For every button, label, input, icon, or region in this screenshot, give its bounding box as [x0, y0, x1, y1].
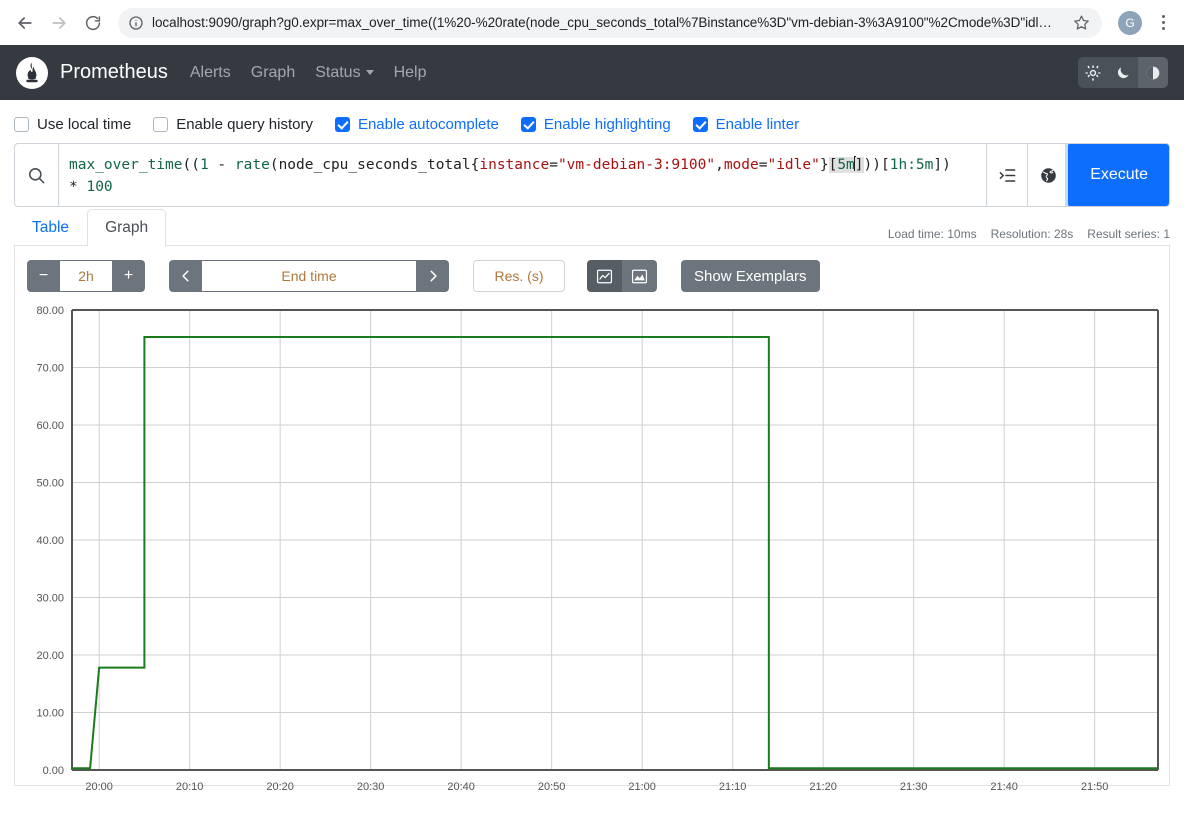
checkbox-enable-query-history[interactable] [153, 117, 169, 132]
resolution-stat: Resolution: 28s [990, 227, 1074, 241]
checkbox-enable-highlighting[interactable] [520, 117, 536, 132]
svg-text:21:00: 21:00 [628, 781, 656, 793]
graph-controls: − 2h + End time Res. (s) Show Exemplars [27, 260, 1157, 292]
result-series-stat: Result series: 1 [1087, 227, 1170, 241]
svg-text:30.00: 30.00 [36, 593, 64, 605]
resolution-input[interactable]: Res. (s) [473, 260, 565, 292]
back-arrow-icon[interactable] [10, 8, 40, 38]
next-time-button[interactable] [416, 260, 449, 292]
range-input[interactable]: 2h [60, 260, 112, 292]
option-enable-highlighting[interactable]: Enable highlighting [520, 116, 671, 133]
svg-text:60.00: 60.00 [36, 420, 64, 432]
nav-link-help[interactable]: Help [394, 64, 427, 82]
graph-type-group [587, 260, 657, 292]
nav-link-help-label: Help [393, 63, 427, 81]
svg-text:21:30: 21:30 [900, 781, 928, 793]
option-label: Use local time [37, 116, 132, 133]
query-panel: max_over_time((1 - rate(node_cpu_seconds… [0, 143, 1184, 207]
show-exemplars-button[interactable]: Show Exemplars [681, 260, 820, 292]
search-icon [15, 144, 59, 206]
option-label: Enable highlighting [543, 116, 671, 133]
query-input[interactable]: max_over_time((1 - rate(node_cpu_seconds… [59, 144, 986, 206]
option-use-local-time[interactable]: Use local time [14, 116, 131, 133]
svg-text:20.00: 20.00 [36, 650, 64, 662]
option-enable-autocomplete[interactable]: Enable autocomplete [334, 116, 499, 133]
previous-time-button[interactable] [169, 260, 202, 292]
nav-link-status-label: Status [315, 63, 361, 81]
increase-range-button[interactable]: + [112, 260, 145, 292]
svg-text:50.00: 50.00 [36, 478, 64, 490]
line-chart-icon[interactable] [587, 260, 622, 292]
auto-contrast-icon[interactable] [1138, 57, 1168, 88]
svg-text:20:40: 20:40 [447, 781, 475, 793]
svg-text:20:00: 20:00 [85, 781, 113, 793]
stacked-area-chart-icon[interactable] [622, 260, 657, 292]
svg-text:70.00: 70.00 [36, 363, 64, 375]
option-label: Enable query history [176, 116, 313, 133]
star-icon[interactable] [1073, 14, 1090, 31]
svg-text:10.00: 10.00 [36, 708, 64, 720]
site-info-icon[interactable] [128, 15, 144, 31]
svg-text:0.00: 0.00 [43, 765, 64, 777]
nav-link-alerts[interactable]: Alerts [190, 64, 231, 82]
prometheus-navbar: Prometheus Alerts Graph Status Help [0, 45, 1184, 100]
svg-text:21:10: 21:10 [719, 781, 747, 793]
svg-text:20:10: 20:10 [176, 781, 204, 793]
range-control-group: − 2h + [27, 260, 145, 292]
query-stats: Load time: 10ms Resolution: 28s Result s… [0, 217, 1184, 241]
chevron-down-icon [365, 70, 374, 75]
nav-link-status[interactable]: Status [315, 63, 374, 82]
reload-icon[interactable] [78, 8, 108, 38]
checkbox-enable-linter[interactable] [692, 117, 708, 132]
theme-switcher [1078, 57, 1168, 88]
avatar[interactable]: G [1118, 10, 1142, 35]
graph-panel: − 2h + End time Res. (s) Show Exemplars … [14, 246, 1170, 793]
prometheus-logo-icon[interactable] [16, 56, 48, 89]
nav-links: Alerts Graph Status Help [190, 64, 427, 82]
url-text: localhost:9090/graph?g0.expr=max_over_ti… [152, 15, 1052, 30]
nav-link-graph-label: Graph [250, 63, 296, 81]
kebab-menu-icon[interactable] [1152, 9, 1174, 37]
option-label: Enable linter [715, 116, 800, 133]
globe-icon[interactable] [1027, 144, 1069, 206]
sun-icon[interactable] [1078, 57, 1108, 88]
svg-text:21:50: 21:50 [1081, 781, 1109, 793]
load-time-stat: Load time: 10ms [887, 227, 977, 241]
checkbox-enable-autocomplete[interactable] [334, 117, 350, 132]
nav-link-graph[interactable]: Graph [251, 64, 295, 82]
svg-text:21:40: 21:40 [990, 781, 1018, 793]
time-series-plot[interactable]: 0.00 10.00 20.00 30.00 40.00 50.00 60.00 70.00 8… [27, 302, 1175, 802]
svg-text:20:50: 20:50 [538, 781, 566, 793]
option-enable-linter[interactable]: Enable linter [692, 116, 800, 133]
end-time-input[interactable]: End time [202, 260, 416, 292]
option-label: Enable autocomplete [357, 116, 499, 133]
execute-button[interactable]: Execute [1068, 144, 1169, 206]
decrease-range-button[interactable]: − [27, 260, 60, 292]
nav-link-alerts-label: Alerts [189, 63, 231, 81]
svg-text:20:30: 20:30 [357, 781, 385, 793]
end-time-control-group: End time [169, 260, 449, 292]
address-bar[interactable]: localhost:9090/graph?g0.expr=max_over_ti… [118, 7, 1102, 38]
query-row: max_over_time((1 - rate(node_cpu_seconds… [14, 143, 1170, 207]
browser-toolbar: localhost:9090/graph?g0.expr=max_over_ti… [0, 0, 1184, 45]
checkbox-use-local-time[interactable] [14, 117, 29, 132]
svg-text:21:20: 21:20 [809, 781, 837, 793]
svg-text:40.00: 40.00 [36, 535, 64, 547]
option-enable-query-history[interactable]: Enable query history [153, 116, 313, 133]
brand-title[interactable]: Prometheus [60, 61, 168, 84]
forward-arrow-icon[interactable] [44, 8, 74, 38]
options-row: Use local time Enable query history Enab… [0, 100, 1184, 143]
svg-text:80.00: 80.00 [36, 305, 64, 317]
svg-text:20:20: 20:20 [266, 781, 294, 793]
metrics-explorer-icon[interactable] [986, 144, 1028, 206]
plot-area[interactable]: 0.00 10.00 20.00 30.00 40.00 50.00 60.00 70.00 8… [27, 302, 1159, 802]
moon-icon[interactable] [1108, 57, 1138, 88]
